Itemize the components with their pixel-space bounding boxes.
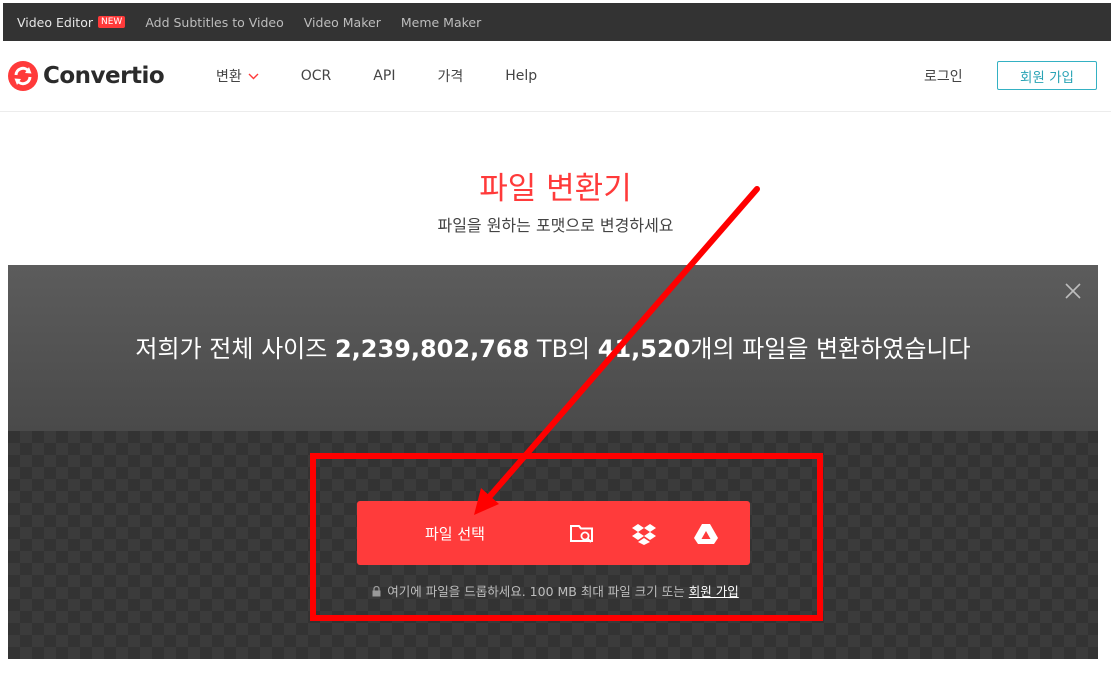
annotation-arrow (474, 186, 760, 515)
